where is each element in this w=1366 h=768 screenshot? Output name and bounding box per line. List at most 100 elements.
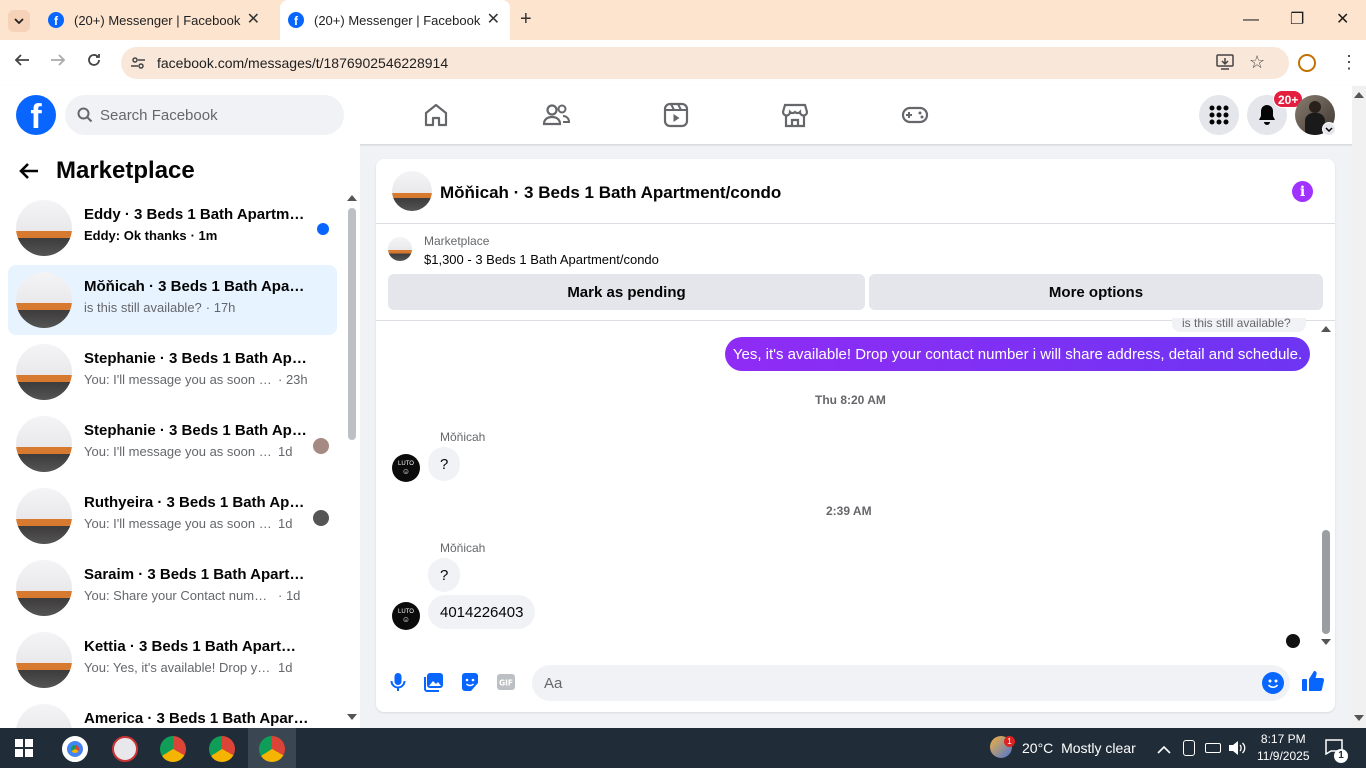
conversation-preview: Eddy: Ok thanks · 1m: [84, 228, 329, 243]
profile-icon[interactable]: [1298, 54, 1316, 72]
clock[interactable]: 8:17 PM 11/9/2025: [1257, 731, 1310, 765]
scroll-down-icon[interactable]: [1321, 639, 1331, 645]
conversation-item[interactable]: Ruthyeira · 3 Beds 1 Bath Apartment/cond…: [8, 481, 337, 551]
browser-tab[interactable]: f (20+) Messenger | Facebook ✕: [40, 0, 270, 40]
search-input[interactable]: Search Facebook: [65, 95, 344, 135]
forward-icon[interactable]: [50, 52, 66, 72]
scroll-down-icon[interactable]: [347, 714, 357, 720]
volume-icon[interactable]: [1228, 740, 1246, 761]
scroll-down-icon[interactable]: [1354, 715, 1364, 721]
like-thumb-icon[interactable]: [1301, 669, 1325, 693]
preview-text: You: I'll message you as soon as possibl…: [84, 372, 274, 387]
more-options-button[interactable]: More options: [869, 274, 1323, 310]
timestamp: 2:39 AM: [826, 504, 872, 518]
preview-time: · 17h: [205, 300, 236, 315]
page-scrollbar[interactable]: [1352, 86, 1366, 728]
back-icon[interactable]: [14, 52, 30, 72]
browser-menu-icon[interactable]: ⋮: [1340, 52, 1358, 72]
scroll-up-icon[interactable]: [347, 195, 357, 201]
incoming-message[interactable]: ?: [428, 447, 461, 481]
timestamp: Thu 8:20 AM: [815, 393, 886, 407]
address-bar[interactable]: facebook.com/messages/t/1876902546228914: [121, 47, 1289, 79]
window-close-icon[interactable]: ✕: [1336, 10, 1349, 30]
facebook-logo-icon[interactable]: f: [16, 95, 56, 135]
conversation-item[interactable]: Saraim · 3 Beds 1 Bath Apartment/condo Yo…: [8, 553, 337, 623]
account-chevron-icon[interactable]: [1322, 122, 1336, 136]
incoming-message[interactable]: 4014226403: [428, 595, 536, 629]
back-arrow-icon[interactable]: [18, 160, 40, 187]
tab-search-chevron-icon[interactable]: [8, 10, 30, 32]
conversation-preview: is this still available? · 17h: [84, 300, 329, 315]
facebook-favicon-icon: f: [288, 12, 304, 28]
conversation-preview: You: I'll message you as soon as possibl…: [84, 516, 329, 531]
minimize-icon[interactable]: —: [1243, 10, 1259, 30]
video-icon[interactable]: [661, 100, 691, 130]
chat-panel: [376, 159, 1335, 712]
weather-badge: 1: [1004, 736, 1015, 747]
marketplace-icon[interactable]: [780, 100, 810, 130]
tray-chevron-icon[interactable]: [1157, 742, 1171, 760]
preview-time: 1d: [278, 516, 293, 531]
app-icon[interactable]: [112, 736, 138, 762]
unread-dot: [317, 223, 329, 235]
microphone-icon[interactable]: [386, 670, 410, 694]
conversation-item[interactable]: Kettia · 3 Beds 1 Bath Apartment/condo Yo…: [8, 625, 337, 695]
chrome-icon-active[interactable]: [259, 736, 285, 762]
chat-title[interactable]: Mŏňicah · 3 Beds 1 Bath Apartment/condo: [440, 183, 781, 203]
battery-icon[interactable]: [1205, 743, 1221, 753]
chrome-profile-icon[interactable]: [62, 736, 88, 762]
sidebar-scrollbar[interactable]: [348, 208, 356, 440]
bookmark-star-icon[interactable]: ☆: [1249, 52, 1265, 73]
weather-widget[interactable]: 20°C Mostly clear: [1022, 740, 1136, 756]
site-settings-icon[interactable]: [130, 55, 146, 76]
conversation-name: Mŏňicah · 3 Beds 1 Bath Apartment/condo: [84, 278, 309, 295]
sticker-icon[interactable]: [458, 670, 482, 694]
conversation-item[interactable]: Eddy · 3 Beds 1 Bath Apartment/condo Eddy…: [8, 193, 337, 263]
listing-avatar: [16, 416, 72, 472]
emoji-icon[interactable]: [1262, 672, 1284, 694]
preview-text: You: I'll message you as soon as possibl…: [84, 516, 274, 531]
conversation-item[interactable]: Mŏňicah · 3 Beds 1 Bath Apartment/condo i…: [8, 265, 337, 335]
sender-avatar[interactable]: LUTO ☺: [392, 454, 420, 482]
mark-as-pending-button[interactable]: Mark as pending: [388, 274, 865, 310]
preview-time: · 1m: [190, 228, 218, 243]
chat-header-avatar[interactable]: [392, 171, 432, 211]
windows-start-icon[interactable]: [15, 739, 33, 762]
chrome-icon[interactable]: [209, 736, 235, 762]
conversation-item[interactable]: Stephanie · 3 Beds 1 Bath Apartment/cond…: [8, 337, 337, 407]
incoming-message[interactable]: ?: [428, 558, 461, 592]
conversation-item[interactable]: Stephanie · 3 Beds 1 Bath Apartment/cond…: [8, 409, 337, 479]
gaming-icon[interactable]: [900, 100, 930, 130]
listing-avatar: [16, 344, 72, 400]
preview-time: · 23h: [278, 372, 308, 387]
photo-icon[interactable]: [422, 670, 446, 694]
close-tab-icon[interactable]: ✕: [247, 12, 260, 28]
outgoing-message[interactable]: Yes, it's available! Drop your contact n…: [725, 337, 1310, 371]
new-tab-icon[interactable]: +: [520, 9, 532, 29]
listing-label: Marketplace: [424, 234, 490, 248]
preview-text: is this still available?: [84, 300, 202, 315]
meet-now-icon[interactable]: [1183, 740, 1195, 756]
reload-icon[interactable]: [86, 52, 102, 72]
scroll-up-icon[interactable]: [1354, 92, 1364, 98]
friends-icon[interactable]: [541, 100, 571, 130]
preview-text: You: Share your Contact number i will: [84, 588, 274, 603]
conversation-name: Saraim · 3 Beds 1 Bath Apartment/condo: [84, 566, 309, 583]
install-app-icon[interactable]: [1216, 54, 1234, 75]
message-input[interactable]: Aa: [532, 665, 1290, 701]
scroll-up-icon[interactable]: [1321, 326, 1331, 332]
home-icon[interactable]: [421, 100, 451, 130]
menu-grid-button[interactable]: [1199, 95, 1239, 135]
browser-tab-active[interactable]: f (20+) Messenger | Facebook ✕: [280, 0, 510, 40]
restore-icon[interactable]: ❐: [1290, 10, 1304, 30]
chat-scrollbar[interactable]: [1322, 530, 1330, 634]
sender-avatar[interactable]: LUTO ☺: [392, 602, 420, 630]
gif-icon[interactable]: GIF: [494, 670, 518, 694]
info-icon[interactable]: i: [1292, 181, 1313, 202]
preview-text: You: I'll message you as soon as possibl…: [84, 444, 274, 459]
close-tab-icon[interactable]: ✕: [487, 12, 500, 28]
chrome-icon[interactable]: [160, 736, 186, 762]
url-text: facebook.com/messages/t/1876902546228914: [157, 55, 449, 71]
listing-price[interactable]: $1,300 - 3 Beds 1 Bath Apartment/condo: [424, 252, 659, 267]
listing-thumbnail[interactable]: [388, 237, 412, 261]
